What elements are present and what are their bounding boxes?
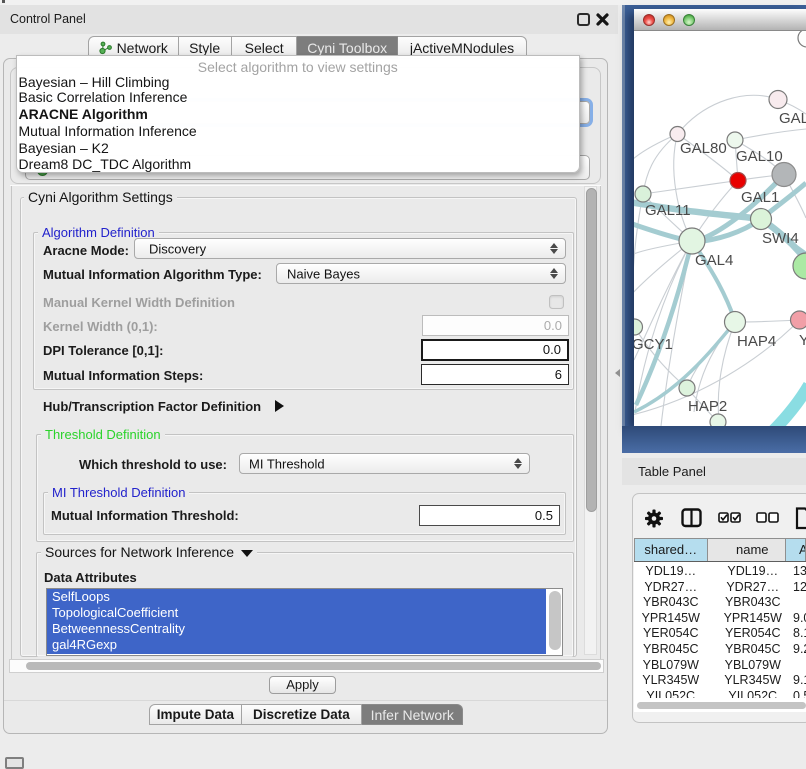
svg-text:GAL1: GAL1 xyxy=(741,189,779,206)
svg-text:GCY1: GCY1 xyxy=(634,336,673,353)
svg-text:GAL80: GAL80 xyxy=(680,140,727,157)
svg-text:GAL11: GAL11 xyxy=(645,202,691,219)
svg-text:HAP4: HAP4 xyxy=(737,333,776,350)
svg-text:SWI4: SWI4 xyxy=(762,230,799,247)
svg-text:GAL4: GAL4 xyxy=(695,252,733,269)
svg-text:GAL10: GAL10 xyxy=(736,148,783,165)
svg-text:GAL2: GAL2 xyxy=(779,110,806,127)
svg-text:YE: YE xyxy=(799,332,806,349)
svg-text:HAP2: HAP2 xyxy=(688,398,727,415)
